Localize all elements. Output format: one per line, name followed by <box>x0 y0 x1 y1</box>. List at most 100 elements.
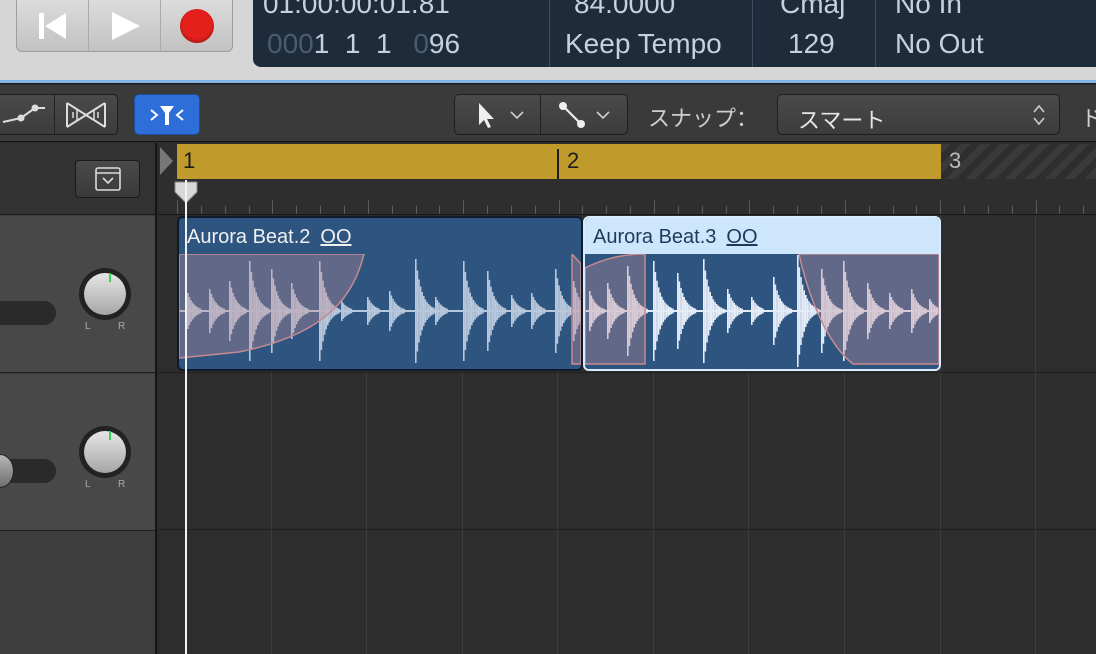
waveform-sample <box>539 305 541 317</box>
track-header-1[interactable]: L R <box>0 216 155 373</box>
lcd-ticks-dim: 0 <box>413 28 429 59</box>
rewind-button[interactable] <box>17 0 89 51</box>
volume-slider[interactable] <box>0 301 56 325</box>
track-header-2[interactable]: L R <box>0 374 155 531</box>
waveform-sample <box>667 305 669 317</box>
ruler-tick <box>868 206 870 214</box>
waveform-sample <box>401 308 404 314</box>
automation-button[interactable] <box>0 95 55 134</box>
pan-knob-face <box>84 431 126 473</box>
catch-content-button[interactable] <box>134 94 200 135</box>
waveform-sample <box>730 297 732 325</box>
waveform-sample <box>426 301 428 321</box>
waveform-sample <box>809 303 812 319</box>
ruler-tick <box>415 206 417 214</box>
catch-content-cell <box>135 95 199 134</box>
record-icon <box>179 9 214 43</box>
left-click-tool-menu[interactable] <box>455 95 541 134</box>
ruler-tick <box>892 206 894 214</box>
ruler-tick <box>820 206 822 214</box>
ruler-tick <box>916 206 918 214</box>
waveform-sample <box>371 304 374 318</box>
waveform-sample <box>797 255 799 367</box>
waveform-sample <box>785 306 788 316</box>
waveform-sample <box>808 301 810 321</box>
waveform-sample <box>540 306 543 316</box>
lcd-smpte-time: 01:00:00:01.81 <box>263 0 450 19</box>
waveform-sample <box>463 261 465 361</box>
waveform-sample <box>672 308 674 314</box>
command-click-tool-menu[interactable] <box>541 95 627 134</box>
waveform-sample <box>400 307 402 315</box>
waveform-sample <box>498 304 500 318</box>
waveform-sample <box>656 280 658 342</box>
waveform-sample <box>787 307 789 315</box>
waveform-sample <box>438 302 440 320</box>
waveform-sample <box>389 291 391 331</box>
waveform-sample <box>779 298 781 324</box>
waveform-sample <box>403 308 405 314</box>
waveform-sample <box>515 303 518 319</box>
ruler-tick <box>391 206 393 214</box>
waveform-sample <box>707 286 710 336</box>
waveform-sample <box>534 300 536 322</box>
tracks-area[interactable]: Aurora Beat.2 OO Aurora Beat.3 OO <box>159 216 1096 654</box>
waveform-sample <box>368 300 371 322</box>
waveform-sample <box>350 308 353 314</box>
control-bar: 01:00:00:01.81 0001 1 1 096 84.0000 Keep… <box>0 0 1096 80</box>
flex-icon <box>66 101 106 128</box>
waveform-sample <box>733 302 735 320</box>
waveform-sample <box>446 308 448 314</box>
global-tracks-toggle-button[interactable] <box>75 160 140 198</box>
automation-curve-icon <box>2 104 45 123</box>
waveform-sample <box>712 299 715 323</box>
waveform-sample <box>706 279 708 343</box>
pan-knob[interactable] <box>79 268 131 320</box>
snap-mode-select[interactable]: スマート <box>777 94 1060 135</box>
waveform-sample <box>522 308 524 314</box>
fade-curve <box>798 253 939 365</box>
waveform-sample <box>349 308 351 314</box>
ruler-tick <box>439 206 441 214</box>
waveform-sample <box>653 261 655 361</box>
track-lane-2[interactable] <box>159 373 1096 530</box>
ruler-tick <box>1011 206 1013 214</box>
waveform-sample <box>704 270 707 352</box>
waveform-sample <box>397 305 399 317</box>
pan-knob-face <box>84 273 126 315</box>
track-lane-1[interactable]: Aurora Beat.2 OO Aurora Beat.3 OO <box>159 216 1096 373</box>
waveform-sample <box>777 294 780 328</box>
waveform <box>585 253 939 367</box>
waveform-sample <box>717 305 719 317</box>
lcd-signature: 129 <box>788 28 835 59</box>
waveform-sample <box>755 304 758 318</box>
collapse-box-icon <box>94 167 121 191</box>
waveform-sample <box>345 306 348 316</box>
lcd-display[interactable]: 01:00:00:01.81 0001 1 1 096 84.0000 Keep… <box>253 0 1096 67</box>
play-button[interactable] <box>89 0 161 51</box>
cycle-area[interactable] <box>177 144 941 179</box>
record-button[interactable] <box>161 0 232 51</box>
lcd-position-column: 01:00:00:01.81 0001 1 1 096 <box>253 0 550 67</box>
waveform-sample <box>776 290 778 332</box>
snap-mode-value: スマート <box>798 108 886 133</box>
audio-region-aurora-beat-2[interactable]: Aurora Beat.2 OO <box>177 216 583 371</box>
waveform-sample <box>715 303 718 319</box>
ruler-tick <box>1035 200 1037 214</box>
waveform-sample <box>519 306 521 316</box>
waveform-sample <box>665 304 668 318</box>
flex-button[interactable] <box>55 95 117 134</box>
pan-knob[interactable] <box>79 426 131 478</box>
lcd-midi-in: No In <box>895 0 962 19</box>
waveform-sample <box>512 298 515 324</box>
pointer-tool-icon <box>478 102 494 128</box>
bar-ruler[interactable]: 1 2 3 <box>159 143 1096 215</box>
audio-region-aurora-beat-3[interactable]: Aurora Beat.3 OO <box>583 216 941 371</box>
automation-tools-group <box>0 94 118 135</box>
waveform-sample <box>444 307 447 315</box>
waveform-sample <box>686 302 689 320</box>
waveform-sample <box>423 296 425 326</box>
playhead[interactable] <box>185 180 187 654</box>
waveform-sample <box>782 303 785 319</box>
waveform-sample <box>501 306 503 316</box>
